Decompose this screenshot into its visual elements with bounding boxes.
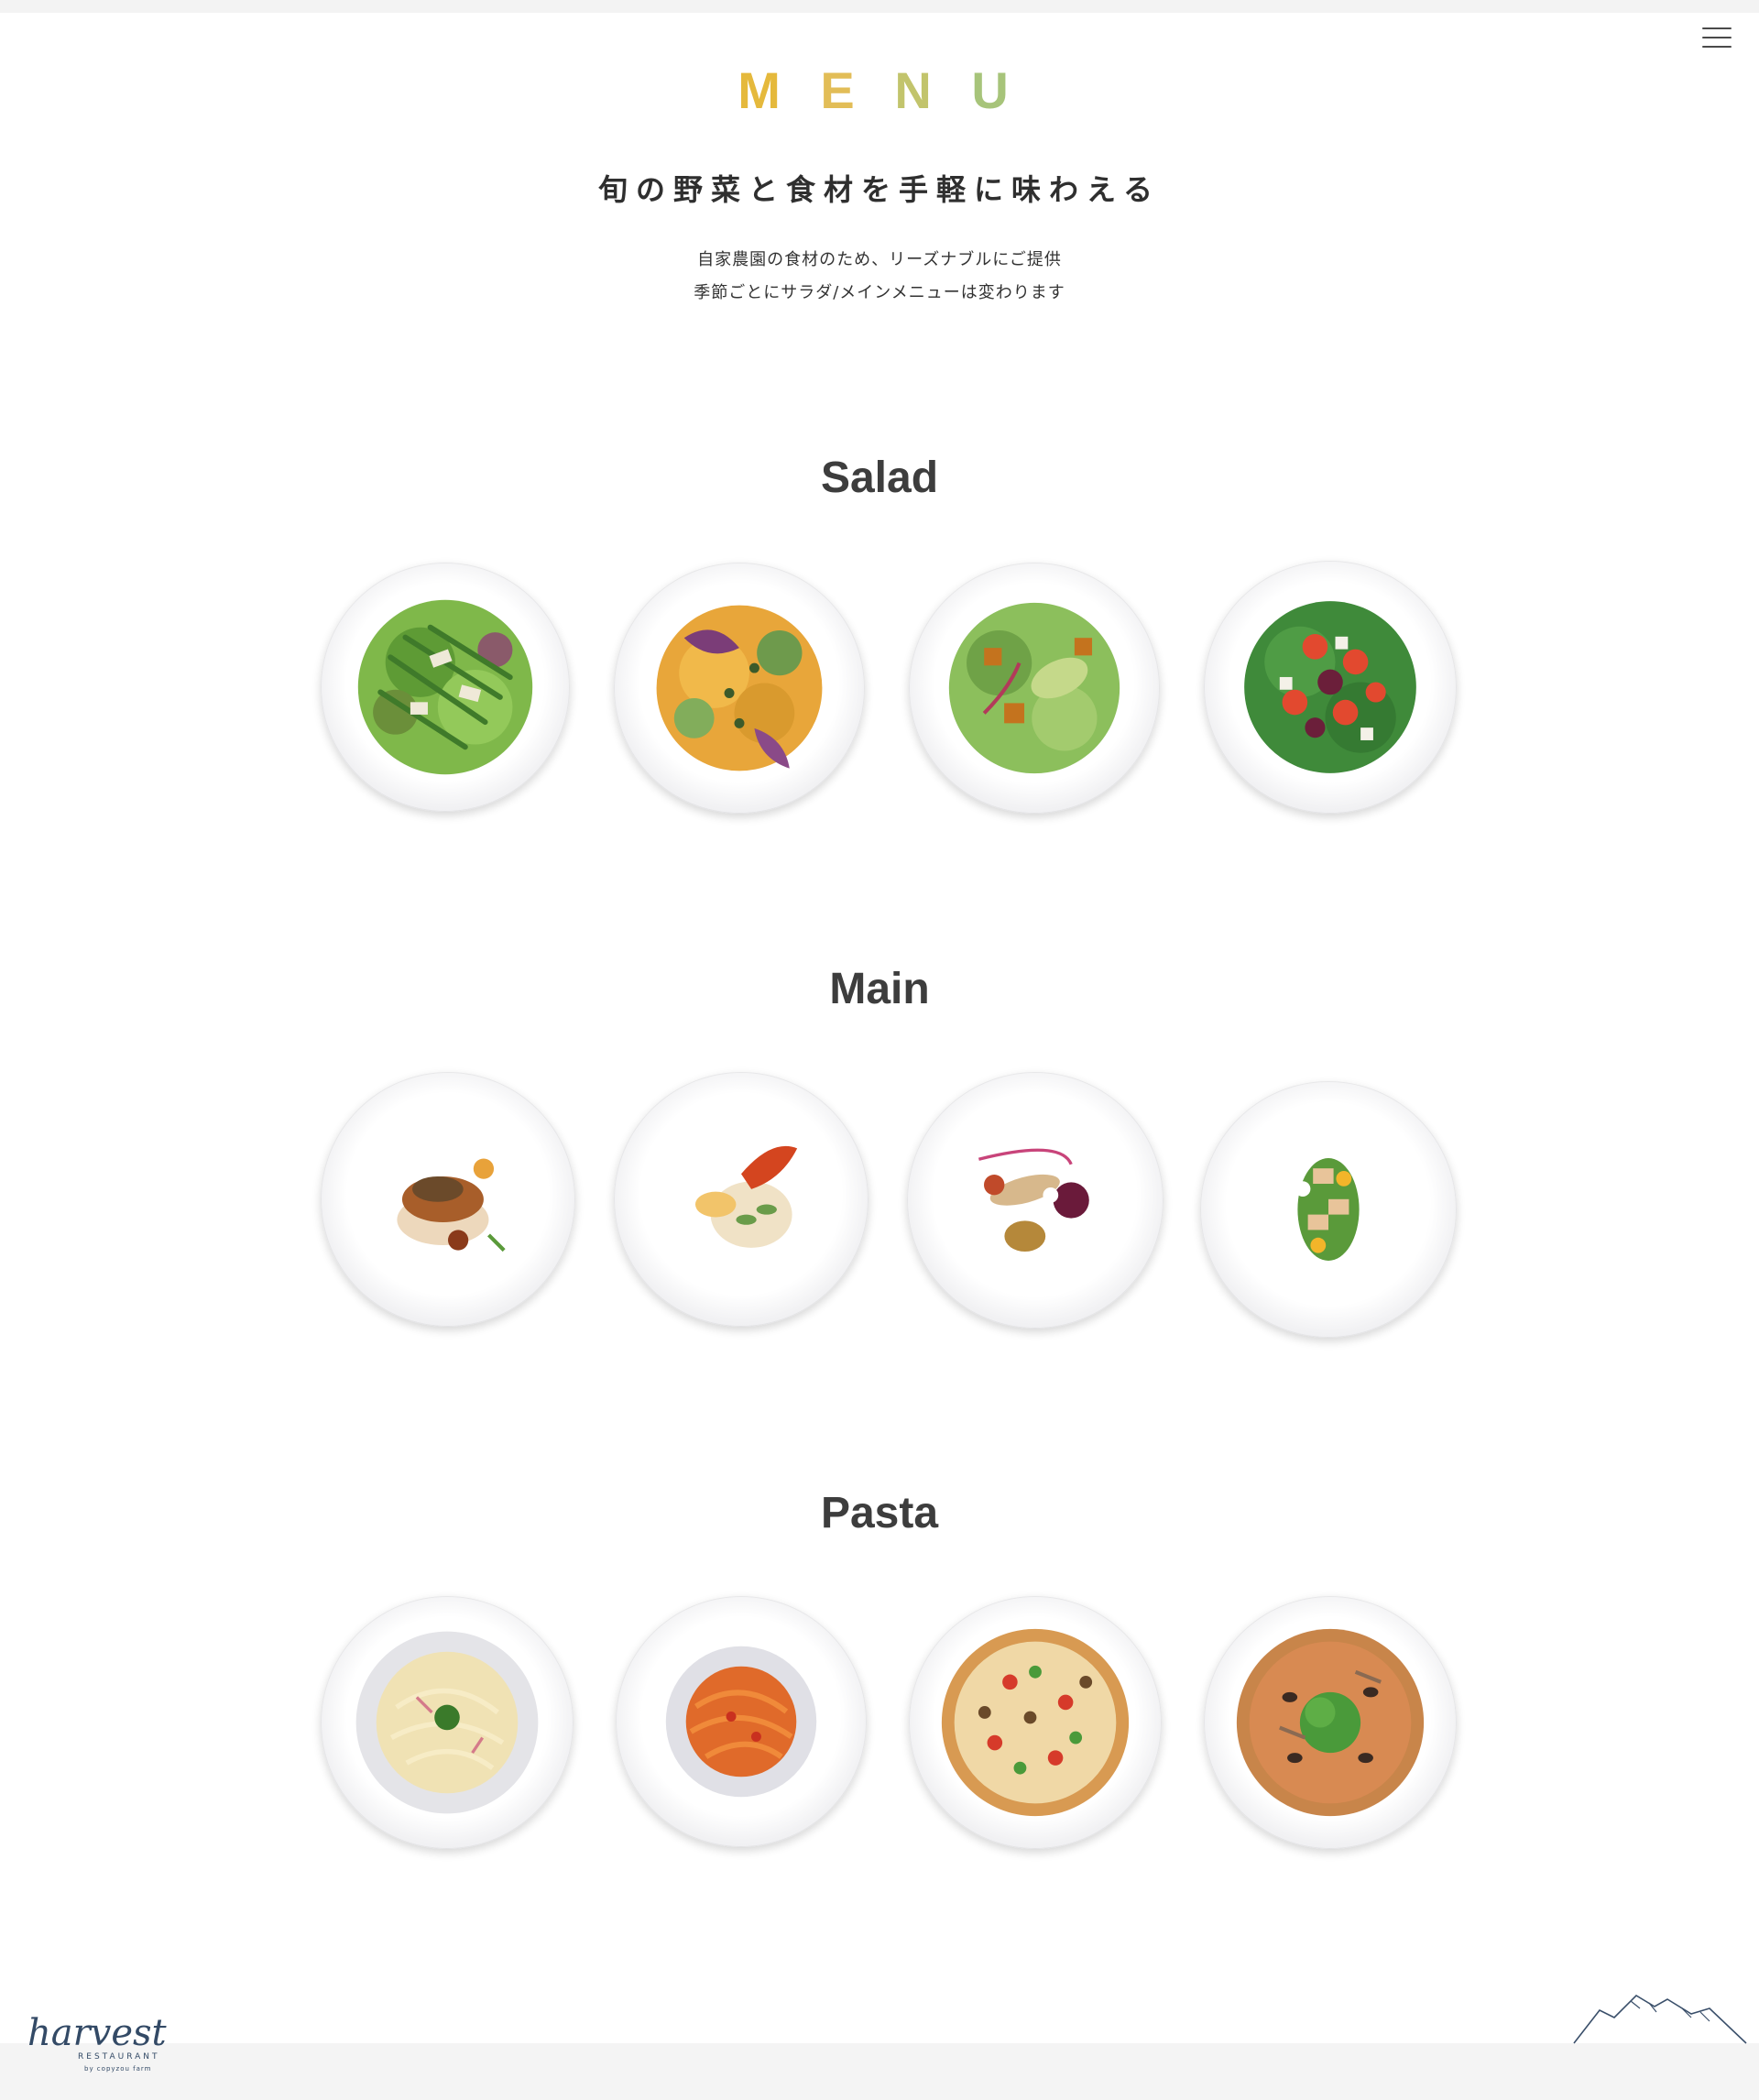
section-title-main: Main <box>829 965 930 1013</box>
harvest-logo[interactable]: harvest RESTAURANT by copyzou farm <box>27 2012 211 2080</box>
avocado-salad-image <box>948 602 1120 774</box>
tomato-tagliatelle-image <box>665 1646 817 1798</box>
hamburger-menu-icon[interactable] <box>1702 26 1733 49</box>
section-title-pasta: Pasta <box>820 1489 939 1537</box>
dish-tuna-salad-plate[interactable] <box>1200 1081 1457 1338</box>
mountain-icon <box>1572 1990 1750 2045</box>
asparagus-salad-image <box>357 599 533 775</box>
dish-tomato-tagliatelle[interactable] <box>616 1596 867 1847</box>
menu-title-letter: U <box>971 61 1022 119</box>
logo-tagline: by copyzou farm <box>84 2065 152 2073</box>
intro-text: 自家農園の食材のため、リーズナブルにご提供 季節ごとにサラダ/メインメニューは変… <box>0 244 1759 310</box>
logo-script: harvest <box>27 2012 167 2054</box>
dish-asparagus-salad[interactable] <box>321 563 570 812</box>
dish-carbonara[interactable] <box>321 1596 574 1849</box>
dish-roast-chicken[interactable] <box>321 1072 575 1327</box>
tomato-feta-salad-image <box>1244 601 1416 773</box>
menu-title-letter: N <box>894 61 945 119</box>
intro-line-1: 自家農園の食材のため、リーズナブルにご提供 <box>697 250 1062 269</box>
vegetable-pizza-image <box>941 1628 1130 1817</box>
tuna-salad-plate-image <box>1295 1158 1360 1261</box>
dish-tomato-feta-salad[interactable] <box>1204 561 1457 814</box>
top-bar <box>0 0 1759 13</box>
shrimp-risotto-image <box>694 1145 798 1248</box>
dish-anchovy-pizza[interactable] <box>1204 1596 1457 1849</box>
menu-title-letter: E <box>820 61 868 119</box>
menu-title: M E N U <box>0 59 1759 123</box>
pumpkin-salad-image <box>656 605 823 771</box>
dish-shrimp-risotto[interactable] <box>614 1072 869 1327</box>
anchovy-pizza-image <box>1236 1628 1425 1817</box>
logo-subtitle: RESTAURANT <box>78 2052 160 2062</box>
carbonara-image <box>355 1631 539 1814</box>
headline: 旬の野菜と食材を手軽に味わえる <box>597 172 1162 207</box>
fish-with-sauce-image <box>978 1148 1089 1252</box>
dish-fish-with-sauce[interactable] <box>907 1072 1164 1329</box>
roast-chicken-image <box>397 1158 506 1252</box>
section-title-salad: Salad <box>820 454 939 502</box>
dish-vegetable-pizza[interactable] <box>909 1596 1162 1849</box>
dish-pumpkin-salad[interactable] <box>614 563 865 814</box>
intro-line-2: 季節ごとにサラダ/メインメニューは変わります <box>694 283 1065 302</box>
footer-band <box>0 2043 1759 2100</box>
dish-avocado-salad[interactable] <box>909 563 1160 814</box>
menu-title-letter: M <box>737 61 793 119</box>
